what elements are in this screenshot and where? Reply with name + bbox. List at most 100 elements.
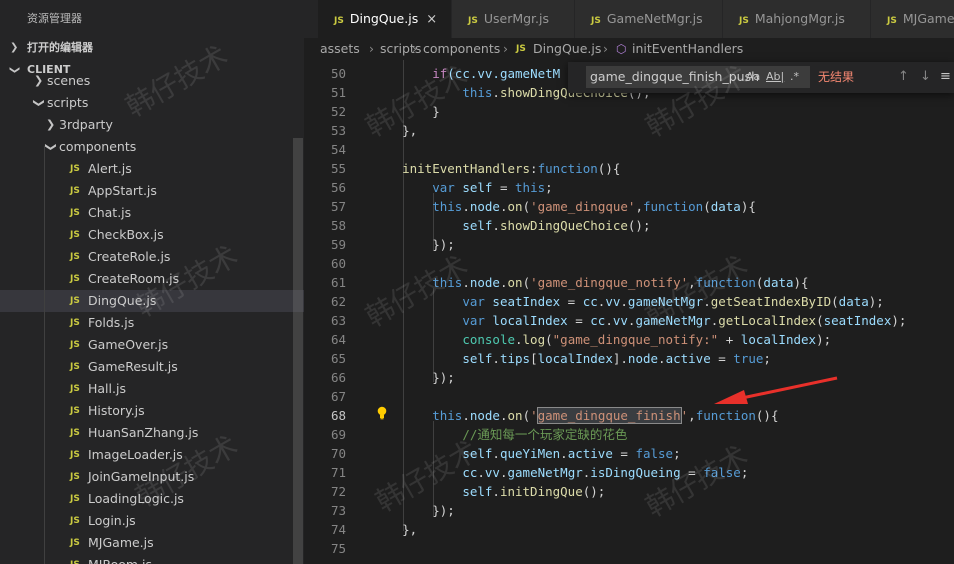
match-case-toggle[interactable]: Aa [746,66,760,88]
code-token: = [560,294,583,309]
tree-item-label: Hall.js [88,381,126,396]
code-token: log [522,332,546,347]
line-number: 60 [330,256,346,271]
tree-file-item[interactable]: JS Login.js [0,510,304,532]
code-token: = [612,446,636,461]
tree-folder-item[interactable]: ❯ components [0,136,304,158]
arrow-down-icon[interactable]: ↓ [920,66,931,88]
tab-dingque-js[interactable]: JS DingQue.js × [318,0,452,38]
code-token: data [838,294,869,309]
tree-file-item[interactable]: JS History.js [0,400,304,422]
tree-file-item[interactable]: JS LoadingLogic.js [0,488,304,510]
code-token: . [492,85,500,100]
tree-file-item[interactable]: JS CreateRoom.js [0,268,304,290]
match-whole-word-toggle[interactable]: Ab| [766,66,784,88]
breadcrumb-components[interactable]: components [423,38,500,60]
code-token: }); [372,503,455,518]
breadcrumb-file[interactable]: DingQue.js [533,38,601,60]
code-token: ' [530,408,538,423]
tree-file-item[interactable]: JS CreateRole.js [0,246,304,268]
tree-file-item[interactable]: JS Alert.js [0,158,304,180]
line-number: 73 [330,503,346,518]
tree-item-label: GameOver.js [88,337,169,352]
code-token: cc [590,313,606,328]
tab-label: GameNetMgr.js [606,11,703,26]
tree-file-item[interactable]: JS JoinGameInput.js [0,466,304,488]
file-tree: ❯ scenes ❯ scripts ❯ 3rdparty ❯ components JS Ale… [0,70,304,564]
sidebar-scrollbar[interactable] [293,138,303,564]
code-token: . [499,465,508,480]
tree-file-item[interactable]: JS GameResult.js [0,356,304,378]
find-input[interactable]: game_dingque_finish_push Aa Ab| .* [586,66,810,88]
tree-file-item[interactable]: JS AppStart.js [0,180,304,202]
code-line: }, [372,121,417,140]
code-token: }, [372,522,418,537]
breadcrumb-symbol[interactable]: initEventHandlers [632,38,743,60]
more-icon[interactable]: ≡ [940,66,951,88]
code-token: . [492,484,500,499]
code-token: ]. [612,351,628,366]
tree-file-item[interactable]: JS MJGame.js [0,532,304,554]
tree-folder-item[interactable]: ❯ scripts [0,92,304,114]
tab-gamenetmgr-js[interactable]: JS GameNetMgr.js [575,0,723,38]
tree-file-item[interactable]: JS Hall.js [0,378,304,400]
regex-toggle[interactable]: .* [790,66,799,88]
code-token: . [492,446,500,461]
tree-file-item[interactable]: JS MJRoom.js [0,554,304,564]
js-file-icon: JS [70,428,80,438]
code-token: node [469,408,500,423]
code-token: this [515,180,546,195]
tree-file-item[interactable]: JS HuanSanZhang.js [0,422,304,444]
line-number: 53 [330,123,346,138]
tree-item-label: MJGame.js [88,535,154,550]
code-token: queYiMen [499,446,561,461]
code-line: cc.vv.gameNetMgr.isDingQueing = false; [372,463,748,482]
tree-folder-item[interactable]: ❯ 3rdparty [0,114,304,136]
open-editors-section[interactable]: ❯ 打开的编辑器 [0,37,304,59]
js-file-icon: JS [887,16,897,26]
code-token: function [695,275,756,290]
tree-item-label: CheckBox.js [88,227,164,242]
arrow-up-icon[interactable]: ↑ [898,66,909,88]
tree-file-item[interactable]: JS DingQue.js [0,290,304,312]
code-token: gameNetMgr [627,294,704,309]
code-token: getLocalIndex [718,313,817,328]
tree-file-item[interactable]: JS Chat.js [0,202,304,224]
js-file-icon: JS [739,16,749,26]
js-file-icon: JS [70,494,80,504]
line-number: 50 [330,66,346,81]
code-token: self [462,484,493,499]
tab-usermgr-js[interactable]: JS UserMgr.js [452,0,575,38]
code-token: active [665,351,711,366]
code-token: "game_dingque_notify:" [552,332,719,347]
tab-mjgame-js[interactable]: JS MJGame.js [871,0,954,38]
code-token: ){ [793,275,809,290]
code-token: . [462,199,470,214]
close-icon[interactable]: × [426,12,437,27]
tree-item-label: AppStart.js [88,183,157,198]
code-token: self [462,180,493,195]
code-token: . [477,465,485,480]
line-number: 62 [330,294,346,309]
find-result: 无结果 [818,70,855,84]
tree-item-label: CreateRoom.js [88,271,180,286]
tree-item-label: Folds.js [88,315,135,330]
tree-folder-item[interactable]: ❯ scenes [0,70,304,92]
code-editor[interactable]: if(cc.vv.gameNetM this.showDingQueChoice… [304,60,954,564]
js-file-icon: JS [70,516,80,526]
tree-file-item[interactable]: JS GameOver.js [0,334,304,356]
code-token: true [733,351,764,366]
js-file-icon: JS [70,384,80,394]
line-number: 54 [330,142,346,157]
breadcrumb-assets[interactable]: assets [320,38,360,60]
line-number: 56 [330,180,346,195]
symbol-method-icon: ⬡ [616,42,627,56]
tree-file-item[interactable]: JS Folds.js [0,312,304,334]
tab-mahjongmgr-js[interactable]: JS MahjongMgr.js [723,0,871,38]
tree-file-item[interactable]: JS ImageLoader.js [0,444,304,466]
code-line: }); [372,501,455,520]
line-number: 67 [330,389,346,404]
tree-file-item[interactable]: JS CheckBox.js [0,224,304,246]
